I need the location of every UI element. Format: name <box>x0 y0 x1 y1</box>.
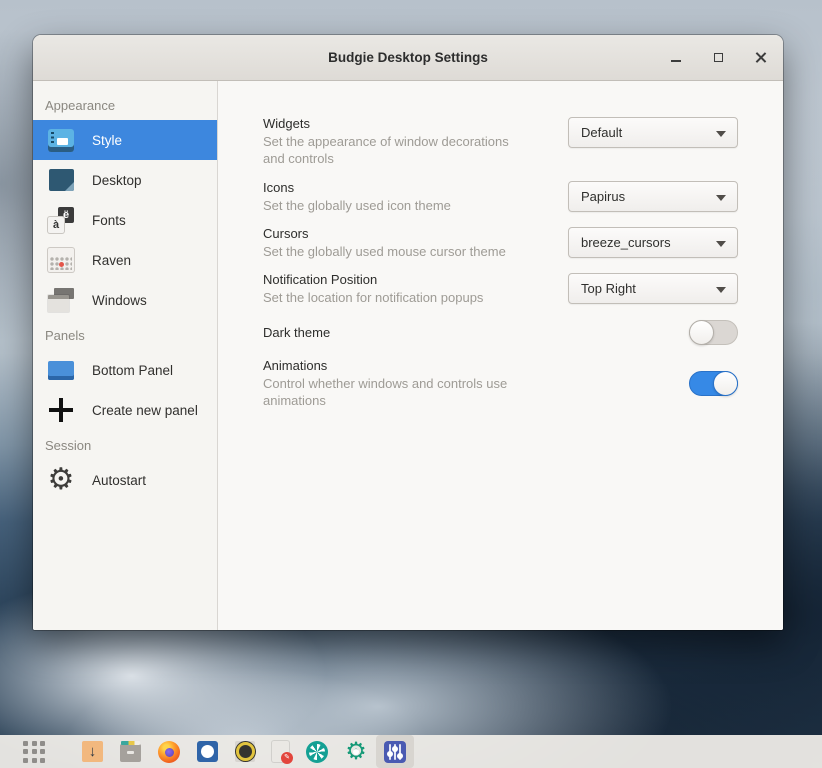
app-grid-button[interactable] <box>15 735 73 768</box>
sidebar: Appearance Style Desktop Fonts Raven Win… <box>33 81 218 630</box>
widgets-dropdown[interactable]: Default <box>568 117 738 148</box>
settings-panel: Widgets Set the appearance of window dec… <box>218 81 783 630</box>
setting-row-widgets: Widgets Set the appearance of window dec… <box>263 115 738 171</box>
sidebar-item-windows[interactable]: Windows <box>33 280 217 320</box>
sidebar-item-label: Raven <box>92 253 131 268</box>
icons-dropdown[interactable]: Papirus <box>568 181 738 212</box>
taskbar-item-archive-manager[interactable] <box>112 735 149 768</box>
dropdown-value: Default <box>581 125 622 140</box>
titlebar[interactable]: Budgie Desktop Settings <box>33 35 783 81</box>
close-button[interactable] <box>751 49 769 67</box>
sidebar-item-desktop[interactable]: Desktop <box>33 160 217 200</box>
setting-title: Icons <box>263 179 525 196</box>
taskbar-item-screenshot[interactable] <box>298 735 336 768</box>
sidebar-item-raven[interactable]: Raven <box>33 240 217 280</box>
setting-row-animations: Animations Control whether windows and c… <box>263 355 738 411</box>
software-installer-icon <box>82 741 103 762</box>
setting-title: Widgets <box>263 115 525 132</box>
setting-row-cursors: Cursors Set the globally used mouse curs… <box>263 225 738 263</box>
chevron-down-icon <box>716 131 726 137</box>
sidebar-section-panels: Panels <box>33 320 217 350</box>
dropdown-value: Papirus <box>581 189 625 204</box>
toggle-knob <box>689 320 714 345</box>
notification-position-dropdown[interactable]: Top Right <box>568 273 738 304</box>
sidebar-item-label: Windows <box>92 293 147 308</box>
sidebar-item-autostart[interactable]: Autostart <box>33 460 217 500</box>
setting-row-notification-position: Notification Position Set the location f… <box>263 271 738 309</box>
setting-title: Notification Position <box>263 271 525 288</box>
windows-icon <box>46 286 76 314</box>
sidebar-section-session: Session <box>33 430 217 460</box>
sidebar-item-label: Bottom Panel <box>92 363 173 378</box>
maximize-icon <box>714 53 723 62</box>
setting-title: Animations <box>263 357 525 374</box>
firefox-icon <box>158 741 180 763</box>
sidebar-item-label: Autostart <box>92 473 146 488</box>
archive-manager-icon <box>120 744 141 762</box>
fonts-icon <box>46 206 76 234</box>
minimize-button[interactable] <box>667 49 685 67</box>
dark-theme-toggle[interactable] <box>689 320 738 345</box>
sidebar-item-label: Style <box>92 133 122 148</box>
taskbar-item-software-installer[interactable] <box>74 735 111 768</box>
window-controls <box>667 35 769 80</box>
dropdown-value: Top Right <box>581 281 636 296</box>
sidebar-section-appearance: Appearance <box>33 90 217 120</box>
setting-description: Set the appearance of window decorations… <box>263 133 525 167</box>
chevron-down-icon <box>716 287 726 293</box>
minimize-icon <box>671 60 681 62</box>
sidebar-item-label: Create new panel <box>92 403 198 418</box>
sidebar-item-label: Desktop <box>92 173 142 188</box>
setting-row-dark-theme: Dark theme <box>263 317 738 347</box>
text-editor-icon <box>272 741 289 762</box>
panel-icon <box>46 356 76 384</box>
taskbar-item-text-editor[interactable] <box>264 735 297 768</box>
taskbar-item-budgie-settings[interactable] <box>376 735 414 768</box>
setting-description: Set the globally used mouse cursor theme <box>263 243 525 260</box>
close-icon <box>755 52 766 63</box>
app-grid-icon <box>23 741 45 763</box>
sidebar-item-label: Fonts <box>92 213 126 228</box>
cursors-dropdown[interactable]: breeze_cursors <box>568 227 738 258</box>
sidebar-item-fonts[interactable]: Fonts <box>33 200 217 240</box>
audio-player-icon <box>235 741 255 762</box>
budgie-settings-window: Budgie Desktop Settings Appearance Style… <box>33 35 783 630</box>
taskbar-item-audio-player[interactable] <box>227 735 263 768</box>
animations-toggle[interactable] <box>689 371 738 396</box>
budgie-settings-icon <box>384 741 406 763</box>
maximize-button[interactable] <box>709 49 727 67</box>
sidebar-item-style[interactable]: Style <box>33 120 217 160</box>
desktop-icon <box>46 166 76 194</box>
taskbar-item-firefox[interactable] <box>150 735 188 768</box>
setting-description: Set the globally used icon theme <box>263 197 525 214</box>
media-player-icon <box>197 741 218 762</box>
taskbar-item-tweaks[interactable] <box>337 735 375 768</box>
setting-description: Control whether windows and controls use… <box>263 375 525 409</box>
setting-title: Cursors <box>263 225 525 242</box>
sidebar-item-bottom-panel[interactable]: Bottom Panel <box>33 350 217 390</box>
plus-icon <box>46 396 76 424</box>
chevron-down-icon <box>716 195 726 201</box>
chevron-down-icon <box>716 241 726 247</box>
toggle-knob <box>713 371 738 396</box>
setting-row-icons: Icons Set the globally used icon theme P… <box>263 179 738 217</box>
raven-icon <box>46 246 76 274</box>
tweaks-icon <box>345 741 367 763</box>
setting-title: Dark theme <box>263 324 525 341</box>
style-icon <box>46 126 76 154</box>
taskbar-item-media-player[interactable] <box>189 735 226 768</box>
sidebar-item-create-new-panel[interactable]: Create new panel <box>33 390 217 430</box>
taskbar <box>0 735 822 768</box>
dropdown-value: breeze_cursors <box>581 235 671 250</box>
gear-icon <box>46 466 76 494</box>
setting-description: Set the location for notification popups <box>263 289 525 306</box>
screenshot-icon <box>306 741 328 763</box>
